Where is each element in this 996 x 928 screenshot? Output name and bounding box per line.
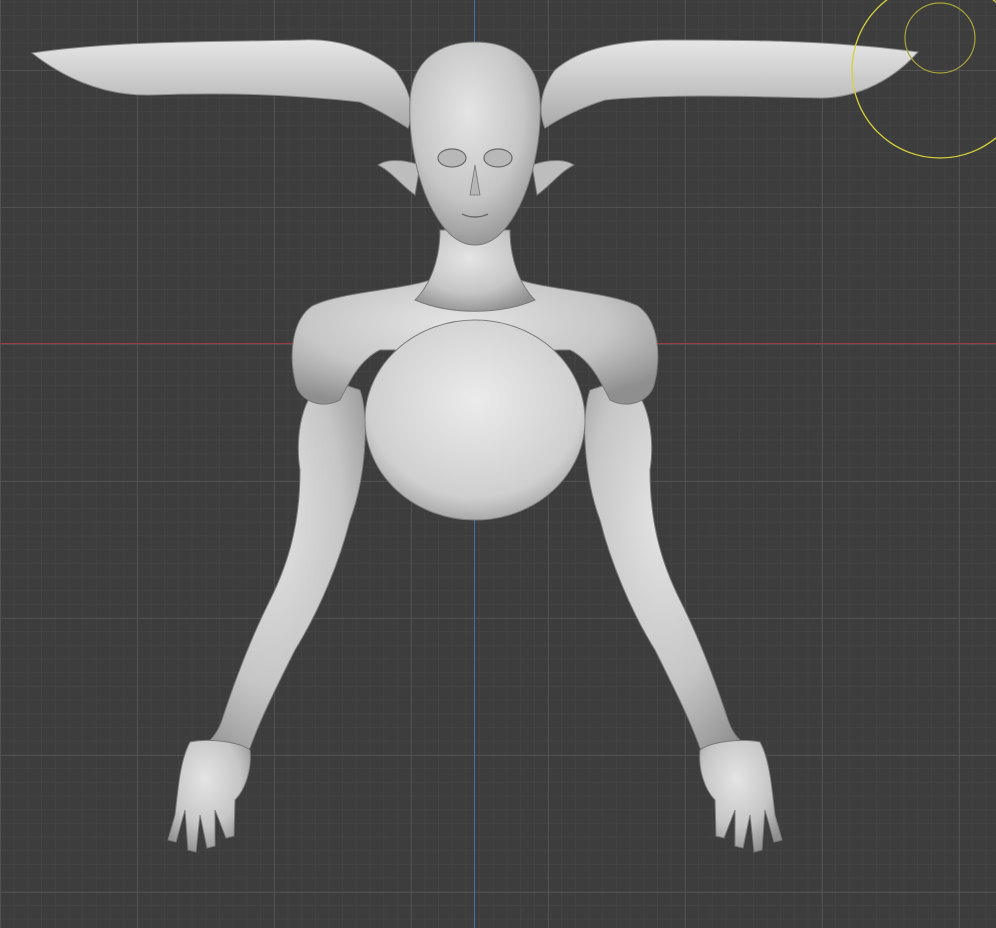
right-horn xyxy=(540,39,919,129)
left-horn xyxy=(30,39,412,129)
left-ear xyxy=(377,160,421,196)
left-eye xyxy=(437,148,467,168)
right-ear xyxy=(531,160,575,196)
right-arm xyxy=(584,379,761,777)
torso-belly xyxy=(364,319,586,521)
sculpt-model[interactable] xyxy=(0,0,996,928)
right-eye xyxy=(483,148,513,168)
right-hand xyxy=(699,739,783,853)
left-arm xyxy=(189,379,366,777)
3d-viewport[interactable] xyxy=(0,0,996,928)
head xyxy=(409,41,541,246)
left-hand xyxy=(167,739,251,853)
